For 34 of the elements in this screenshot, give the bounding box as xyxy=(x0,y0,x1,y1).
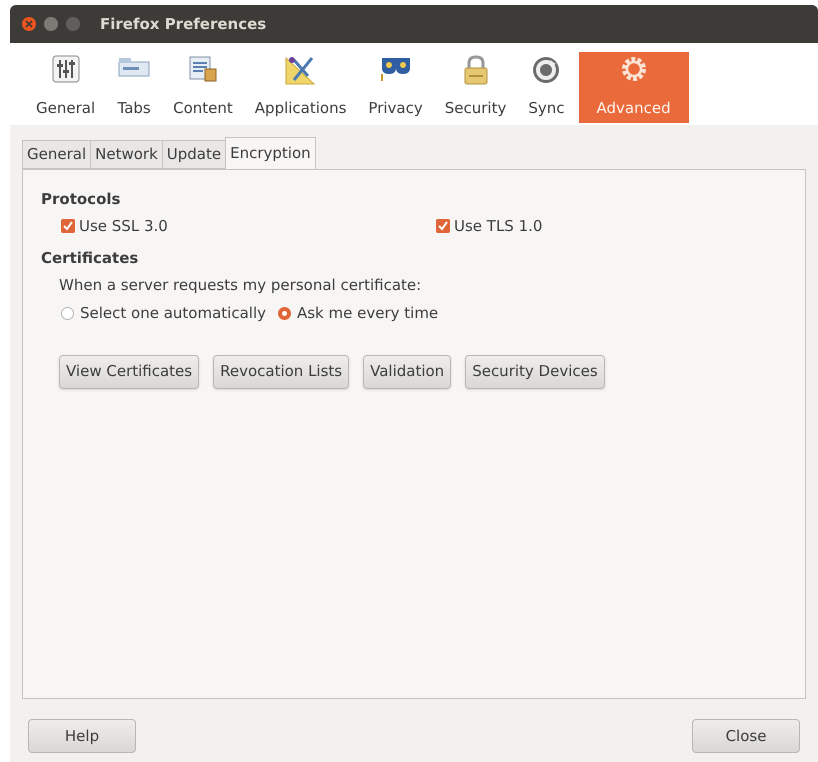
toolbar-button[interactable]: Sync xyxy=(520,52,572,123)
radio-button[interactable] xyxy=(61,306,74,320)
radio-label: Ask me every time xyxy=(296,303,438,324)
toolbar-button[interactable]: Privacy xyxy=(360,52,431,123)
maximize-icon[interactable] xyxy=(66,17,80,31)
toolbar-button[interactable]: General xyxy=(28,52,104,123)
checkbox-label: Use SSL 3.0 xyxy=(79,216,168,236)
checkbox-label: Use TLS 1.0 xyxy=(454,216,542,236)
tab[interactable]: Update xyxy=(162,140,226,169)
dialog-button[interactable]: Security Devices xyxy=(465,354,605,388)
prompt-text: When a server requests my personal certificate: xyxy=(58,274,422,296)
help-button[interactable]: Help xyxy=(28,719,136,753)
toolbar-button[interactable]: Applications xyxy=(246,52,354,123)
toolbar-button[interactable]: Content xyxy=(165,52,241,123)
dialog-button[interactable]: View Certificates xyxy=(59,354,200,388)
dialog-button[interactable]: Revocation Lists xyxy=(213,354,350,388)
tab[interactable]: Encryption xyxy=(225,137,316,170)
checkbox[interactable] xyxy=(436,218,450,233)
minimize-icon[interactable] xyxy=(44,17,58,31)
close-icon[interactable] xyxy=(22,17,36,31)
tab[interactable]: Network xyxy=(90,140,163,169)
document-icon xyxy=(186,54,219,84)
section-heading: Certificates xyxy=(41,248,140,269)
radio-button[interactable] xyxy=(278,306,291,320)
tab[interactable]: General xyxy=(22,140,92,169)
section-heading: Protocols xyxy=(41,189,122,210)
close-button[interactable]: Close xyxy=(692,719,800,753)
toolbar-button[interactable]: Tabs xyxy=(109,52,160,123)
sliders-icon xyxy=(50,54,81,84)
window-title: Firefox Preferences xyxy=(100,14,266,35)
checkbox[interactable] xyxy=(61,218,75,233)
radio-label: Select one automatically xyxy=(80,303,266,324)
toolbar-button[interactable]: Security xyxy=(436,52,514,123)
dialog-button[interactable]: Validation xyxy=(363,354,452,388)
